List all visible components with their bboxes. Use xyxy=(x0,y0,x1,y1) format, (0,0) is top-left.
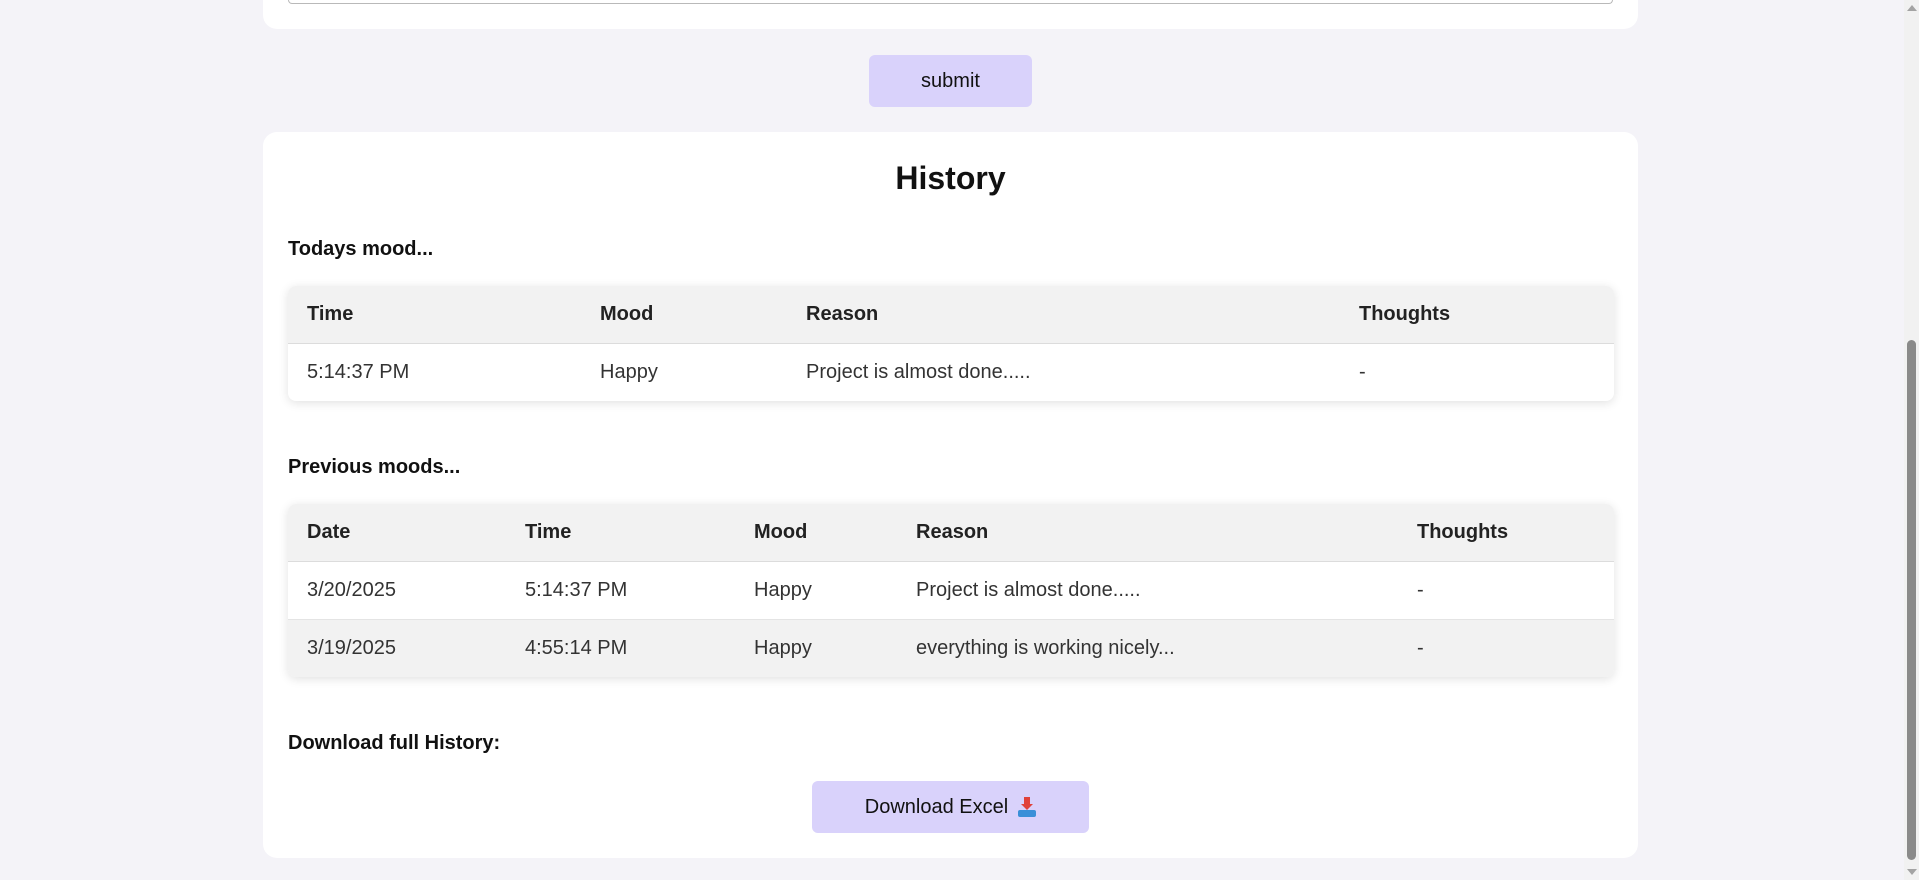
scroll-up-arrow-icon[interactable] xyxy=(1907,5,1917,11)
previous-moods-label: Previous moods... xyxy=(288,456,461,478)
cell-time: 4:55:14 PM xyxy=(506,619,735,677)
table-header-row: Date Time Mood Reason Thoughts xyxy=(288,504,1614,562)
cell-time: 5:14:37 PM xyxy=(506,561,735,620)
cell-thoughts: - xyxy=(1398,561,1614,620)
scroll-thumb[interactable] xyxy=(1907,340,1916,860)
column-header-date: Date xyxy=(288,504,506,562)
cell-thoughts: - xyxy=(1398,619,1614,677)
previous-moods-table: Date Time Mood Reason Thoughts 3/20/2025… xyxy=(288,504,1614,677)
column-header-thoughts: Thoughts xyxy=(1340,286,1614,344)
cell-date: 3/19/2025 xyxy=(288,619,506,677)
scroll-down-arrow-icon[interactable] xyxy=(1907,869,1917,875)
cell-reason: Project is almost done..... xyxy=(897,561,1398,620)
cell-mood: Happy xyxy=(735,561,897,620)
cell-reason: Project is almost done..... xyxy=(806,361,1031,383)
thoughts-textarea[interactable]: // xyxy=(288,0,1613,4)
inbox-tray-icon xyxy=(1018,797,1037,817)
cell-thoughts: - xyxy=(1359,361,1366,383)
download-excel-label: Download Excel xyxy=(864,795,1009,818)
cell-mood: Happy xyxy=(600,361,658,383)
download-excel-button[interactable]: Download Excel xyxy=(812,781,1089,833)
column-header-thoughts: Thoughts xyxy=(1398,504,1614,562)
submit-button[interactable]: submit xyxy=(869,55,1032,107)
history-title: History xyxy=(895,160,1006,196)
cell-reason: everything is working nicely... xyxy=(897,619,1398,677)
cell-time: 5:14:37 PM xyxy=(307,361,410,383)
table-row: 3/20/2025 5:14:37 PM Happy Project is al… xyxy=(288,561,1614,620)
table-row: 3/19/2025 4:55:14 PM Happy everything is… xyxy=(288,619,1614,677)
today-mood-label: Todays mood... xyxy=(288,238,434,260)
column-header-time: Time xyxy=(506,504,735,562)
cell-mood: Happy xyxy=(735,619,897,677)
column-header-time: Time xyxy=(288,286,581,344)
history-card: History Todays mood... Time Mood Reason … xyxy=(263,132,1638,858)
cell-date: 3/20/2025 xyxy=(288,561,506,620)
column-header-mood: Mood xyxy=(581,286,787,344)
vertical-scrollbar[interactable] xyxy=(1904,0,1919,880)
resize-grip-icon[interactable]: // xyxy=(1603,0,1610,2)
table-row: 5:14:37 PM Happy Project is almost done.… xyxy=(288,344,1614,402)
page: // submit History Todays mood... Time Mo… xyxy=(0,0,1919,880)
download-history-label: Download full History: xyxy=(288,732,501,754)
table-header-row: Time Mood Reason Thoughts xyxy=(288,286,1614,344)
column-header-reason: Reason xyxy=(787,286,1340,344)
column-header-reason: Reason xyxy=(897,504,1398,562)
today-mood-table: Time Mood Reason Thoughts 5:14:37 PM Hap… xyxy=(288,286,1614,401)
column-header-mood: Mood xyxy=(735,504,897,562)
mood-form-card: // xyxy=(263,0,1638,29)
